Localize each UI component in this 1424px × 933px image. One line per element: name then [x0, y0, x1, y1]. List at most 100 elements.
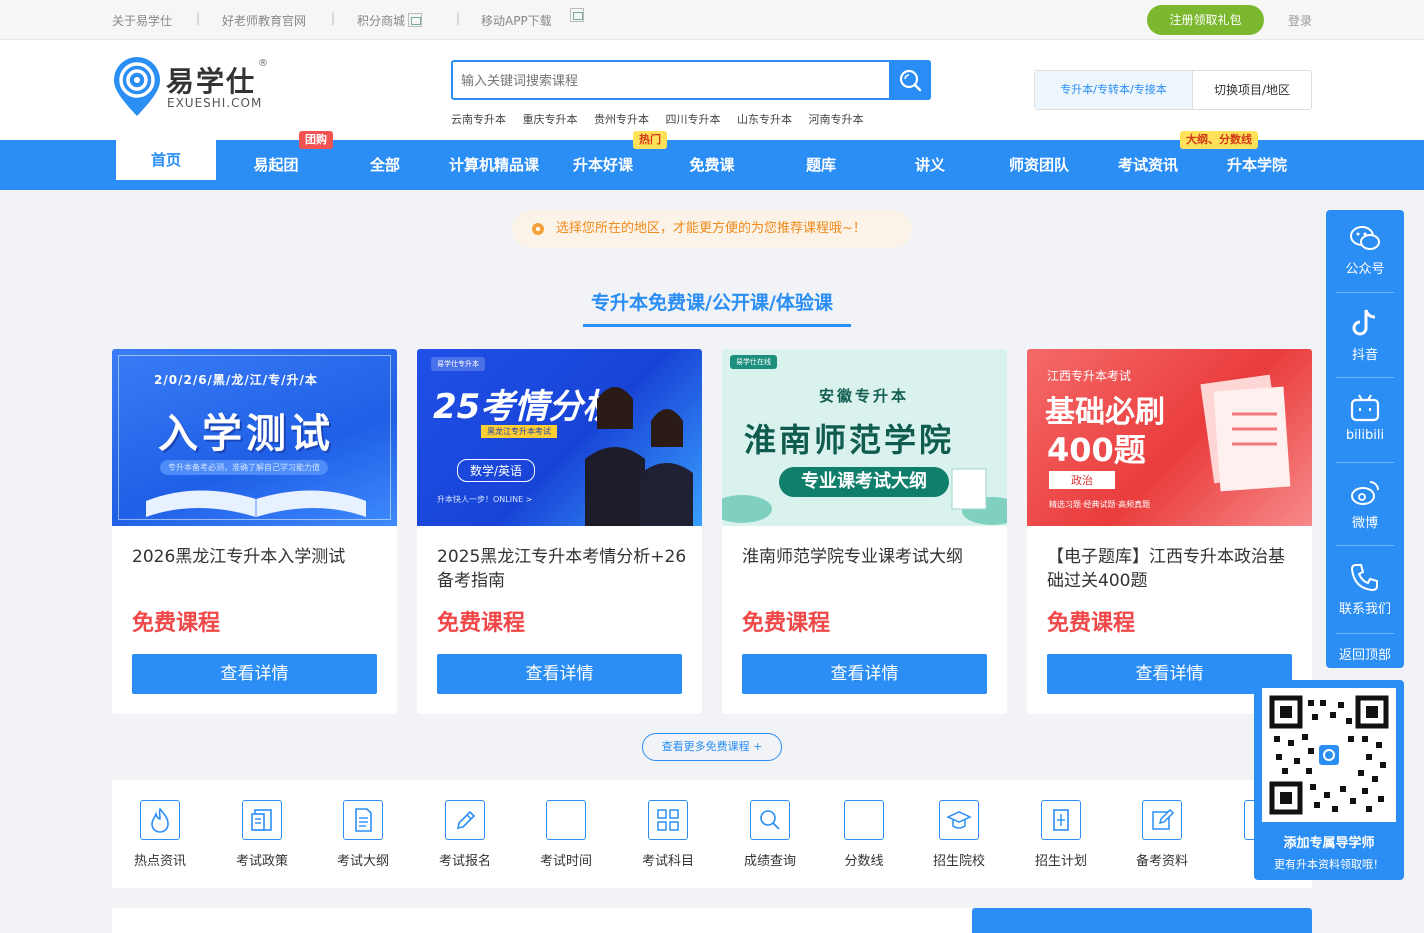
free-tag: 免费课程: [437, 611, 526, 636]
banner-year-text: 2/0/2/6/黑/龙/江/专/升/本: [154, 373, 318, 387]
quick-link-enrollment-plan[interactable]: 招生计划: [1021, 800, 1101, 869]
side-item-label: 联系我们: [1338, 602, 1391, 617]
quick-link-label: 备考资料: [1135, 854, 1188, 869]
course-title[interactable]: 2025黑龙江专升本考情分析+26备考指南: [437, 545, 687, 593]
banner-province: 安徽专升本: [819, 387, 910, 405]
course-title[interactable]: 【电子题库】江西专升本政治基础过关400题: [1047, 545, 1297, 593]
side-bilibili[interactable]: bilibili: [1326, 392, 1404, 443]
quick-link-registration[interactable]: 考试报名: [425, 800, 505, 869]
nav-free-courses[interactable]: 免费课: [662, 140, 762, 190]
banner-sub-text: 黑龙江专升本考试: [481, 425, 557, 438]
quick-link-exam-policy[interactable]: 考试政策: [222, 800, 302, 869]
view-details-button[interactable]: 查看详情: [742, 654, 987, 694]
quick-link-subjects[interactable]: 考试科目: [628, 800, 708, 869]
main-nav: 首页 易起团 全部 计算机精品课 升本好课 免费课 题库 讲义 师资团队 考试资…: [0, 131, 1424, 190]
free-tag: 免费课程: [132, 611, 221, 636]
logo-registered-mark: ®: [258, 58, 268, 69]
weibo-icon: [1351, 481, 1379, 505]
register-gift-button[interactable]: 注册领取礼包: [1147, 5, 1264, 35]
wechat-icon: [1350, 226, 1380, 250]
pencil-icon: [445, 800, 485, 840]
course-banner[interactable]: 江西专升本考试 基础必刷 400题 政治 精选习题·经典试题·高频真题: [1027, 349, 1312, 526]
broken-image-icon: [570, 8, 584, 22]
next-section-panel: [972, 908, 1312, 933]
hot-link[interactable]: 山东专升本: [737, 113, 792, 126]
clipboard-icon: [1041, 800, 1081, 840]
teachers-illustration: [585, 387, 693, 526]
quick-link-label: 考试大纲: [336, 854, 389, 869]
logo-name: 易学仕: [166, 65, 257, 98]
quick-link-label: 招生计划: [1034, 854, 1087, 869]
more-free-courses-button[interactable]: 查看更多免费课程 +: [642, 733, 782, 761]
banner-main-text: 入学测试: [158, 411, 334, 457]
quick-link-materials[interactable]: 备考资料: [1122, 800, 1202, 869]
tiktok-icon: [1352, 309, 1376, 336]
quick-link-label: 成绩查询: [743, 854, 796, 869]
about-link[interactable]: 关于易学仕: [112, 12, 172, 29]
broken-image-icon: [408, 13, 423, 27]
banner-province: 江西专升本考试: [1047, 369, 1132, 383]
quick-link-score-line[interactable]: 分数线: [824, 800, 904, 869]
banner-slogan: 升本快人一步！ONLINE >: [437, 495, 533, 504]
switch-region-button[interactable]: 切换项目/地区: [1193, 71, 1311, 109]
quick-link-exam-outline[interactable]: 考试大纲: [323, 800, 403, 869]
phone-icon: [1350, 564, 1378, 592]
course-title[interactable]: 淮南师范学院专业课考试大纲: [742, 545, 992, 569]
hot-link[interactable]: 重庆专升本: [523, 113, 578, 126]
hot-link[interactable]: 四川专升本: [666, 113, 721, 126]
view-details-button[interactable]: 查看详情: [437, 654, 682, 694]
nav-all[interactable]: 全部: [335, 140, 435, 190]
banner-main-text: 淮南师范学院: [744, 421, 955, 459]
back-to-top-button[interactable]: 返回顶部: [1326, 644, 1404, 663]
site-logo[interactable]: 易学仕 ® EXUESHI.COM: [112, 56, 282, 120]
divider: [1336, 633, 1394, 634]
hot-link[interactable]: 贵州专升本: [594, 113, 649, 126]
course-banner[interactable]: 易学仕在线 安徽专升本 淮南师范学院 专业课考试大纲: [722, 349, 1007, 526]
document-stack-icon: [242, 800, 282, 840]
nav-computer-courses[interactable]: 计算机精品课: [434, 140, 554, 190]
leaf-illustration: [722, 468, 1007, 525]
login-link[interactable]: 登录: [1288, 12, 1312, 29]
course-card[interactable]: 2/0/2/6/黑/龙/江/专/升/本 入学测试 专升本备考必测，准确了解自己学…: [112, 349, 397, 714]
nav-teachers[interactable]: 师资团队: [989, 140, 1089, 190]
course-banner[interactable]: 易学仕专升本 25考情分析 黑龙江专升本考试 数学/英语 升本快人一步！ONLI…: [417, 349, 702, 526]
side-wechat[interactable]: 公众号: [1326, 224, 1404, 277]
bilibili-icon: [1350, 394, 1380, 422]
app-download-link[interactable]: 移动APP下载: [481, 12, 552, 29]
course-title[interactable]: 2026黑龙江专升本入学测试: [132, 545, 382, 569]
quick-link-label: 考试科目: [641, 854, 694, 869]
course-banner[interactable]: 2/0/2/6/黑/龙/江/专/升/本 入学测试 专升本备考必测，准确了解自己学…: [112, 349, 397, 526]
side-douyin[interactable]: 抖音: [1326, 306, 1404, 363]
nav-question-bank[interactable]: 题库: [771, 140, 871, 190]
banner-brand: 易学仕在线: [730, 355, 777, 369]
course-card[interactable]: 易学仕在线 安徽专升本 淮南师范学院 专业课考试大纲 淮南师范学院专业课考试大纲…: [722, 349, 1007, 714]
region-tip[interactable]: 选择您所在的地区，才能更方便的为您推荐课程哦~！: [512, 210, 912, 248]
search-button[interactable]: [889, 60, 931, 100]
quick-link-score-query[interactable]: 成绩查询: [730, 800, 810, 869]
quick-link-colleges[interactable]: 招生院校: [919, 800, 999, 869]
top-bar: 关于易学仕 | 好老师教育官网 | 积分商城 | 移动APP下载 注册领取礼包 …: [0, 0, 1424, 40]
nav-handouts[interactable]: 讲义: [880, 140, 980, 190]
badge-outline: 大纲、分数线: [1180, 131, 1258, 149]
side-contact[interactable]: 联系我们: [1326, 560, 1404, 617]
badge-group-buy: 团购: [299, 131, 333, 149]
current-project-tab[interactable]: 专升本/专转本/专接本: [1035, 71, 1193, 109]
side-item-label: 抖音: [1351, 348, 1378, 363]
quick-link-exam-time[interactable]: 考试时间: [526, 800, 606, 869]
search-box: [451, 60, 931, 100]
side-weibo[interactable]: 微博: [1326, 476, 1404, 531]
course-card[interactable]: 江西专升本考试 基础必刷 400题 政治 精选习题·经典试题·高频真题 【电子题…: [1027, 349, 1312, 714]
points-mall-link[interactable]: 积分商城: [357, 12, 423, 29]
quick-link-hot-news[interactable]: 热点资讯: [120, 800, 200, 869]
flame-icon: [140, 800, 180, 840]
nav-home[interactable]: 首页: [116, 140, 216, 184]
divider: [1336, 462, 1394, 463]
document-icon: [343, 800, 383, 840]
teacher-site-link[interactable]: 好老师教育官网: [222, 12, 306, 29]
course-card[interactable]: 易学仕专升本 25考情分析 黑龙江专升本考试 数学/英语 升本快人一步！ONLI…: [417, 349, 702, 714]
hot-link[interactable]: 云南专升本: [451, 113, 506, 126]
hot-link[interactable]: 河南专升本: [809, 113, 864, 126]
view-details-button[interactable]: 查看详情: [132, 654, 377, 694]
separator: |: [331, 11, 336, 25]
search-input[interactable]: [461, 71, 881, 91]
